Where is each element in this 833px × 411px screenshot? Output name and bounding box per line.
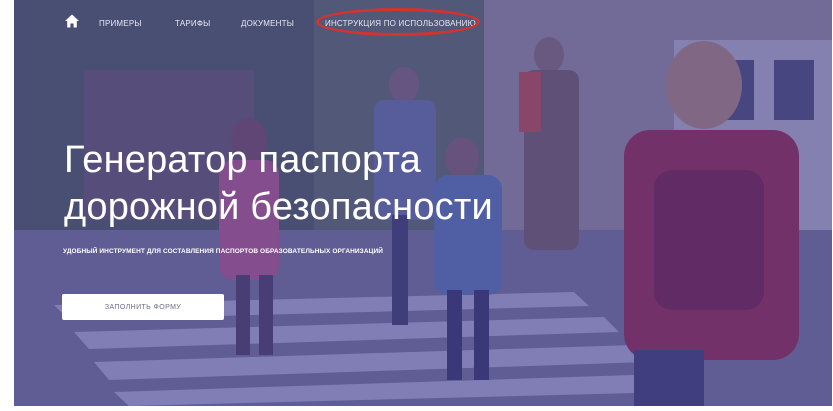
annotation-highlight-circle: [316, 8, 480, 36]
nav-link-pricing[interactable]: ТАРИФЫ: [175, 19, 210, 28]
hero-section: ПРИМЕРЫ ТАРИФЫ ДОКУМЕНТЫ ИНСТРУКЦИЯ ПО И…: [14, 0, 832, 406]
hero-subtitle: УДОБНЫЙ ИНСТРУМЕНТ ДЛЯ СОСТАВЛЕНИЯ ПАСПО…: [63, 248, 384, 255]
home-icon[interactable]: [64, 13, 80, 29]
nav-link-documents[interactable]: ДОКУМЕНТЫ: [241, 19, 294, 28]
page-title: Генератор паспорта дорожной безопасности: [64, 137, 493, 231]
fill-form-button[interactable]: ЗАПОЛНИТЬ ФОРМУ: [62, 294, 224, 320]
page-title-line-1: Генератор паспорта: [64, 139, 421, 181]
nav-link-examples[interactable]: ПРИМЕРЫ: [99, 19, 142, 28]
top-navigation: ПРИМЕРЫ ТАРИФЫ ДОКУМЕНТЫ ИНСТРУКЦИЯ ПО И…: [14, 0, 832, 44]
page-title-line-2: дорожной безопасности: [64, 186, 493, 228]
